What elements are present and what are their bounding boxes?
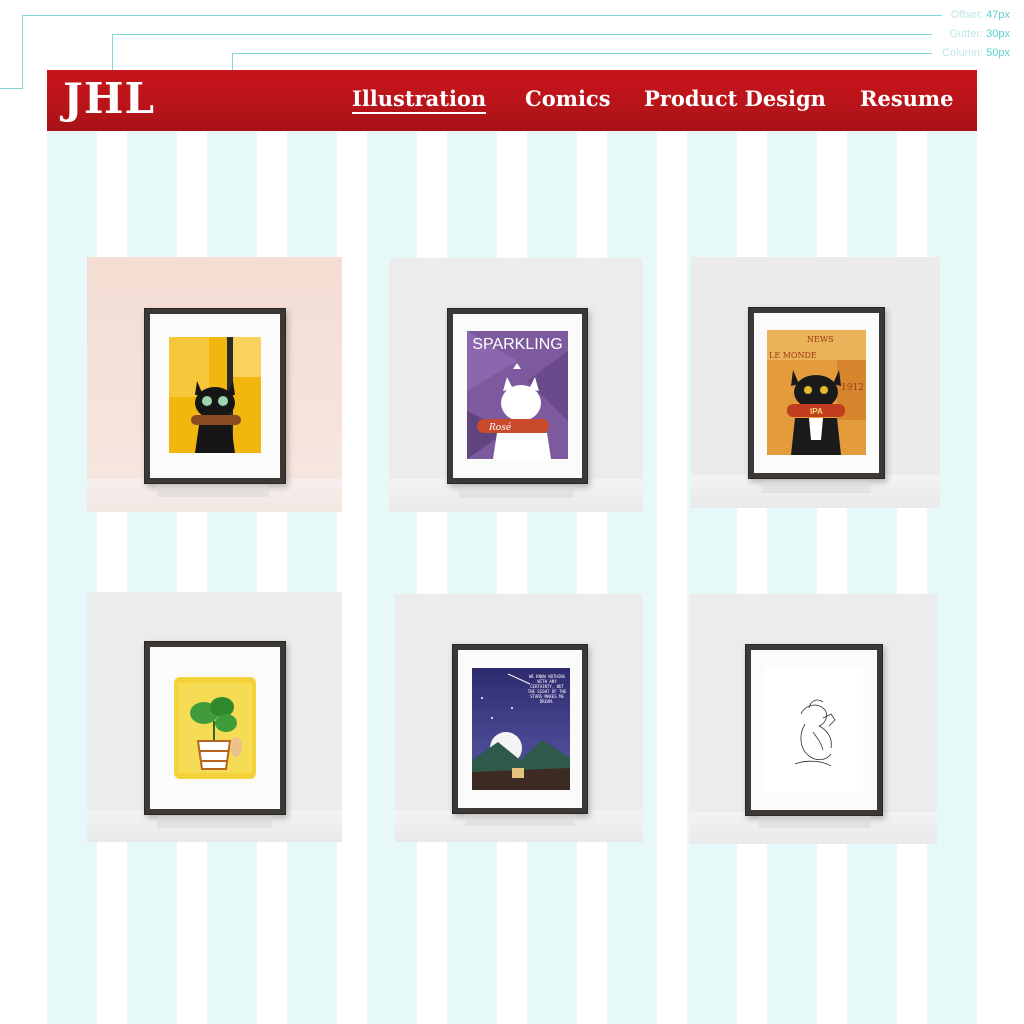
artwork-line-figure <box>765 668 863 792</box>
picture-frame <box>144 308 286 484</box>
artwork-monstera <box>174 677 256 779</box>
picture-frame <box>745 644 883 816</box>
column-annotation: Column: 50px <box>942 46 1010 60</box>
offset-annotation: Offset: 47px <box>951 8 1010 22</box>
gutter-label: Gutter: <box>949 28 984 40</box>
gallery-item-stars-night-sky[interactable]: WE KNOW NOTHING WITH ANY CERTAINTY, BUT … <box>395 594 643 842</box>
gallery-item-line-drawing[interactable] <box>689 594 937 844</box>
column-value: 50px <box>986 47 1010 59</box>
stars-quote: WE KNOW NOTHING WITH ANY CERTAINTY, BUT … <box>527 674 567 704</box>
nav-link-comics[interactable]: Comics <box>525 86 611 111</box>
gallery-item-white-cat-sparkling[interactable]: SPARKLING Rosé <box>389 258 643 512</box>
collage-text-1912: 1912 <box>841 383 864 393</box>
picture-frame: LE MONDE 1912 NEWS IPA <box>748 307 885 479</box>
artwork-ipa-cat: LE MONDE 1912 NEWS IPA <box>767 330 866 455</box>
picture-frame: SPARKLING Rosé <box>447 308 588 484</box>
nav-link-product-design[interactable]: Product Design <box>644 86 826 111</box>
artwork-white-cat: SPARKLING Rosé <box>467 331 568 459</box>
gallery-item-black-cat-rose[interactable] <box>87 257 342 512</box>
column-label: Column: <box>942 47 984 59</box>
offset-value: 47px <box>986 9 1010 21</box>
artwork-stars: WE KNOW NOTHING WITH ANY CERTAINTY, BUT … <box>472 668 570 790</box>
gutter-value: 30px <box>986 28 1010 40</box>
gallery-item-black-cat-ipa[interactable]: LE MONDE 1912 NEWS IPA <box>691 257 940 508</box>
gallery-item-monstera-plant[interactable] <box>87 592 342 842</box>
nav-link-illustration[interactable]: Illustration <box>352 86 487 114</box>
rose-bottle-label: Rosé <box>488 422 512 433</box>
site-logo[interactable]: JHL <box>63 74 155 123</box>
collage-text-news: NEWS <box>807 335 834 344</box>
site-header: JHL Illustration Comics Product Design R… <box>47 70 977 131</box>
nav-link-resume[interactable]: Resume <box>860 86 954 111</box>
picture-frame <box>144 641 286 815</box>
artwork-black-cat <box>169 337 261 453</box>
ipa-bottle-label: IPA <box>810 407 823 416</box>
gutter-annotation: Gutter: 30px <box>949 27 1010 41</box>
picture-frame: WE KNOW NOTHING WITH ANY CERTAINTY, BUT … <box>452 644 588 814</box>
sparkling-title: SPARKLING <box>472 336 562 353</box>
offset-label: Offset: <box>950 9 984 21</box>
collage-text-le-monde: LE MONDE <box>769 351 817 360</box>
